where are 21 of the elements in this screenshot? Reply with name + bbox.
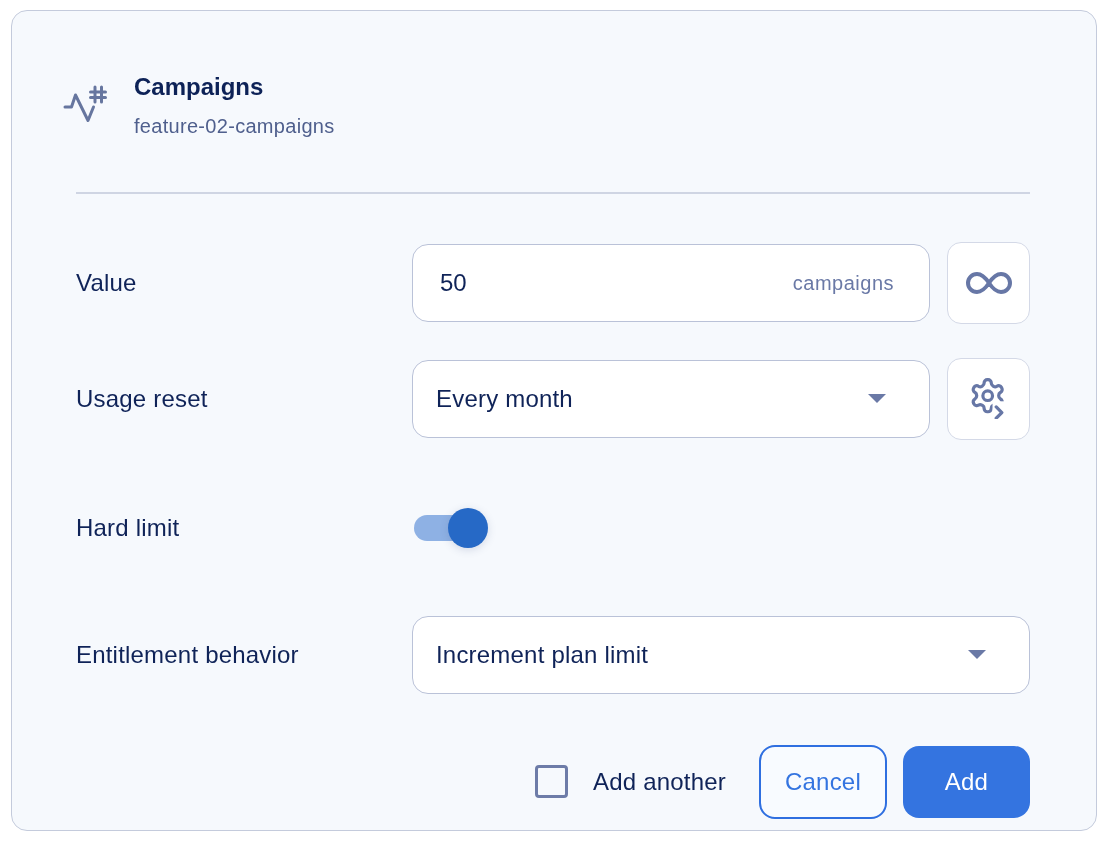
select-field[interactable]: Every month <box>412 359 930 438</box>
settings-icon <box>970 378 1007 419</box>
field-label: Usage reset <box>76 384 209 413</box>
cancel-button[interactable]: Cancel <box>759 744 887 819</box>
caret-icon <box>968 650 986 659</box>
checkbox[interactable] <box>535 765 568 798</box>
settings-button[interactable] <box>947 357 1030 440</box>
field-label: Hard limit <box>76 513 181 542</box>
caret-icon <box>868 394 886 403</box>
unit-label: campaigns <box>792 271 894 294</box>
feature-title: Campaigns <box>134 72 265 102</box>
unlimited-button[interactable] <box>947 241 1030 324</box>
field-label: Value <box>76 268 138 297</box>
checkbox-label[interactable]: Add another <box>593 767 726 796</box>
feature-key: feature-02-campaigns <box>134 112 335 140</box>
infinity-icon <box>963 269 1014 296</box>
toggle-switch[interactable] <box>414 507 488 548</box>
pulse-hash-icon <box>63 85 107 123</box>
select-field[interactable]: Increment plan limit <box>412 615 1030 694</box>
add-button[interactable]: Add <box>903 745 1030 818</box>
field-label: Entitlement behavior <box>76 640 300 669</box>
